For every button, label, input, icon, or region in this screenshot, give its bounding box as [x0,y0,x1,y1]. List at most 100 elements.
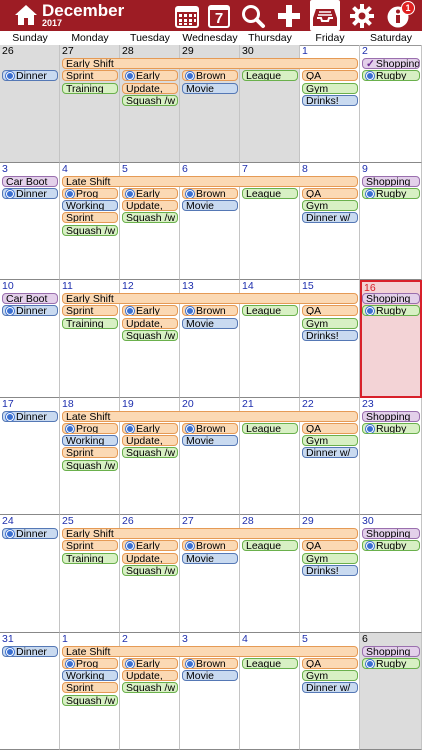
event-chip[interactable]: Dinner w/ [302,212,358,224]
event-chip[interactable]: ✓Shopping [362,58,420,69]
event-chip[interactable]: Brown [182,422,238,434]
event-chip[interactable]: Rugby [362,657,420,669]
event-chip[interactable]: Gym [302,670,358,682]
event-chip[interactable]: Early [122,305,178,317]
event-chip[interactable]: League [242,657,298,669]
event-chip[interactable]: Update, [122,435,178,447]
event-chip[interactable]: Early Shift [62,58,358,69]
day-cell[interactable]: 26 [0,45,60,163]
event-chip[interactable]: Car Boot [2,293,58,304]
event-chip[interactable]: Gym [302,200,358,212]
event-chip[interactable]: Brown [182,305,238,317]
event-chip[interactable]: Rugby [362,187,420,199]
event-chip[interactable]: League [242,70,298,82]
event-chip[interactable]: Gym [302,82,358,94]
event-chip[interactable]: League [242,422,298,434]
event-chip[interactable]: Movie [182,82,238,94]
event-chip[interactable]: Squash /w [122,682,178,694]
event-chip[interactable]: Dinner [2,187,58,199]
today-calendar-icon[interactable]: 7 [206,3,232,29]
event-chip[interactable]: Drinks! [302,94,358,106]
event-chip[interactable]: Brown [182,70,238,82]
settings-gear-icon[interactable] [349,3,375,29]
event-chip[interactable]: QA [302,540,358,552]
event-chip[interactable]: Prog [62,187,118,199]
event-chip[interactable]: Prog [62,422,118,434]
event-chip[interactable]: QA [302,422,358,434]
event-chip[interactable]: Early [122,187,178,199]
event-chip[interactable]: QA [302,657,358,669]
event-chip[interactable]: Prog [62,657,118,669]
event-chip[interactable]: Dinner [2,410,58,422]
event-chip[interactable]: Squash /w [122,212,178,224]
event-chip[interactable]: Movie [182,670,238,682]
event-chip[interactable]: Dinner [2,528,58,539]
event-chip[interactable]: Squash /w [122,564,178,576]
event-chip[interactable]: Squash /w [62,224,118,236]
event-chip[interactable]: Brown [182,187,238,199]
event-chip[interactable]: Late Shift [62,175,358,187]
event-chip[interactable]: QA [302,305,358,317]
event-chip[interactable]: Rugby [362,422,420,434]
event-chip[interactable]: Training [62,82,118,94]
event-chip[interactable]: Squash /w [62,459,118,471]
event-chip[interactable]: Movie [182,552,238,564]
event-chip[interactable]: Working [62,670,118,682]
event-chip[interactable]: Sprint [62,305,118,317]
event-chip[interactable]: Update, [122,200,178,212]
event-chip[interactable]: League [242,540,298,552]
event-chip[interactable]: Update, [122,317,178,329]
event-chip[interactable]: Shopping [362,293,420,304]
event-chip[interactable]: Brown [182,657,238,669]
event-chip[interactable]: Squash /w [62,694,118,706]
event-chip[interactable]: Sprint [62,682,118,694]
event-chip[interactable]: Squash /w [122,94,178,106]
event-chip[interactable]: Update, [122,552,178,564]
event-chip[interactable]: Early [122,70,178,82]
event-chip[interactable]: Dinner w/ [302,682,358,694]
event-chip[interactable]: League [242,187,298,199]
event-chip[interactable]: Sprint [62,212,118,224]
inbox-button[interactable] [310,0,340,31]
event-chip[interactable]: Drinks! [302,329,358,341]
event-chip[interactable]: Shopping [362,175,420,187]
event-chip[interactable]: Shopping [362,410,420,422]
event-chip[interactable]: Early [122,422,178,434]
home-icon[interactable] [14,4,38,26]
event-chip[interactable]: Early [122,540,178,552]
event-chip[interactable]: Rugby [362,305,420,317]
event-chip[interactable]: Movie [182,200,238,212]
event-chip[interactable]: League [242,305,298,317]
month-grid-icon[interactable] [174,3,200,29]
add-icon[interactable] [276,3,302,29]
event-chip[interactable]: Training [62,317,118,329]
event-chip[interactable]: Early [122,657,178,669]
event-chip[interactable]: Shopping [362,528,420,539]
event-chip[interactable]: Sprint [62,447,118,459]
event-chip[interactable]: Movie [182,317,238,329]
event-chip[interactable]: Update, [122,670,178,682]
event-chip[interactable]: Dinner [2,70,58,82]
event-chip[interactable]: Update, [122,82,178,94]
event-chip[interactable]: Squash /w [122,329,178,341]
event-chip[interactable]: Rugby [362,70,420,82]
event-chip[interactable]: Drinks! [302,564,358,576]
event-chip[interactable]: Movie [182,435,238,447]
event-chip[interactable]: Early Shift [62,528,358,539]
event-chip[interactable]: Car Boot [2,175,58,187]
event-chip[interactable]: Sprint [62,540,118,552]
info-button[interactable]: 1 [386,1,415,29]
event-chip[interactable]: Gym [302,317,358,329]
event-chip[interactable]: Dinner w/ [302,447,358,459]
event-chip[interactable]: Rugby [362,540,420,552]
event-chip[interactable]: Gym [302,435,358,447]
event-chip[interactable]: Working [62,200,118,212]
event-chip[interactable]: Gym [302,552,358,564]
event-chip[interactable]: Squash /w [122,447,178,459]
event-chip[interactable]: Dinner [2,645,58,657]
event-chip[interactable]: Late Shift [62,410,358,422]
event-chip[interactable]: Dinner [2,305,58,317]
event-chip[interactable]: Training [62,552,118,564]
event-chip[interactable]: QA [302,70,358,82]
search-icon[interactable] [240,3,266,29]
